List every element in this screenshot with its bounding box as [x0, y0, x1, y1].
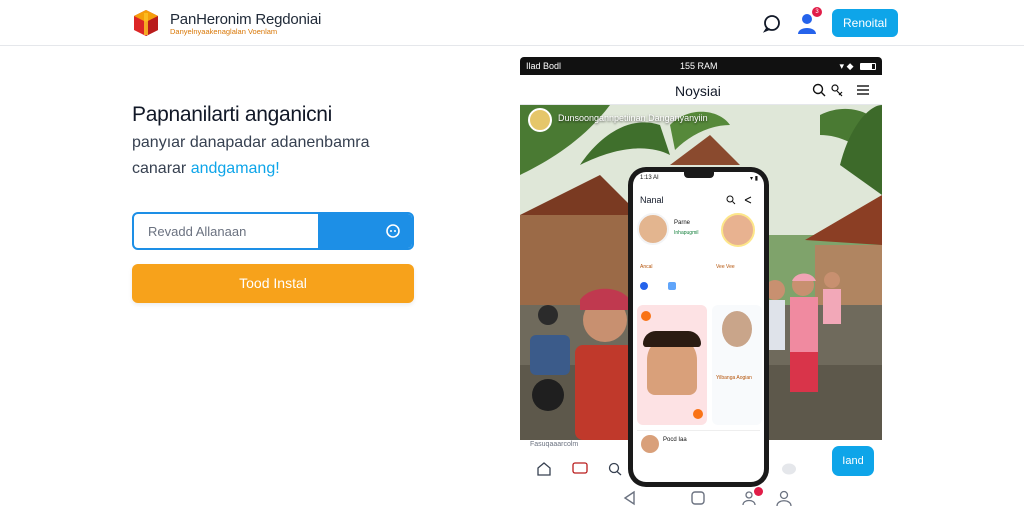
home-icon[interactable] [536, 462, 552, 476]
search-icon[interactable] [726, 195, 736, 205]
message-icon[interactable] [572, 462, 588, 476]
photo-caption: Dunsoongannpetiinan Danganyanyiin [558, 113, 708, 123]
search-bar [132, 212, 414, 250]
hair-shape [643, 331, 701, 347]
profile-card[interactable] [637, 305, 707, 425]
profile-name: Parne [674, 220, 691, 226]
profile-card[interactable]: Yilbanga Aogian [712, 305, 762, 425]
hero-subtitle-line2: canarar andgamang! [132, 160, 280, 178]
avatar[interactable] [637, 213, 669, 245]
small-label: Ancal [640, 264, 653, 270]
search-input[interactable] [134, 214, 318, 248]
install-button[interactable]: Tood Instal [132, 264, 414, 303]
search-button[interactable] [318, 214, 412, 248]
small-app-title: Nanal [640, 195, 664, 205]
phone-app-title: Noysiai [675, 83, 721, 99]
share-icon[interactable] [830, 83, 844, 97]
profile-subtitle: Inhapugmil [674, 230, 699, 236]
search-icon[interactable] [812, 83, 826, 97]
list-item[interactable]: Pocd Iaa [637, 430, 760, 460]
menu-icon[interactable] [856, 83, 870, 97]
avatar [722, 311, 752, 347]
brand-tagline: Danyelnyaakenaglalan Voenlam [170, 27, 278, 36]
hero-title: Papnanilarti anganicni [132, 103, 333, 126]
back-icon[interactable] [621, 489, 639, 507]
chat-icon[interactable] [762, 13, 782, 33]
small-status-time: 1:13 AI [640, 175, 659, 181]
register-button[interactable]: Renoital [832, 9, 898, 37]
search-icon[interactable] [607, 462, 623, 476]
avatar [641, 435, 659, 453]
dot-icon [640, 282, 648, 290]
bottom-caption: Fasuqaaarcolm [530, 441, 579, 448]
hero-line2-prefix: canarar [132, 160, 187, 177]
badge-icon [641, 311, 651, 321]
brand-title[interactable]: PanHeronim Regdoniai [170, 11, 321, 28]
home-square-icon[interactable] [689, 489, 707, 507]
share-icon[interactable] [743, 195, 753, 205]
chat-bubble-icon[interactable] [781, 462, 797, 476]
battery-icon: ▾ ◆ [840, 61, 876, 72]
avatar[interactable] [528, 108, 552, 132]
status-signal: Ilad Bodl [526, 61, 562, 71]
small-status-bar: 1:13 AI ▾ ▮ [640, 175, 758, 182]
list-item-name: Pocd Iaa [663, 437, 687, 443]
phone-app-bar: Noysiai [520, 75, 882, 105]
notification-badge: 3 [812, 7, 822, 17]
small-battery-icon: ▾ ▮ [750, 176, 758, 182]
badge-icon [693, 409, 703, 419]
site-header: PanHeronim Regdoniai Danyelnyaakenaglala… [0, 0, 1024, 46]
status-time: 155 RAM [680, 61, 718, 71]
phone-status-bar: Ilad Bodl 155 RAM ▾ ◆ [520, 57, 882, 75]
profile-icon[interactable] [775, 489, 793, 507]
hero-subtitle-line1: panyıar danapadar adanenbamra [132, 134, 370, 151]
avatar[interactable] [721, 213, 755, 247]
send-button[interactable]: Iand [832, 446, 874, 476]
small-label: Vee Vee [716, 264, 735, 270]
nav-notification-badge [754, 487, 763, 496]
card-caption: Yilbanga Aogian [716, 375, 752, 381]
logo-box-icon[interactable] [132, 8, 160, 38]
dot-icon [668, 282, 676, 290]
hero-line2-accent: andgamang! [190, 160, 280, 177]
search-icon [386, 224, 400, 238]
